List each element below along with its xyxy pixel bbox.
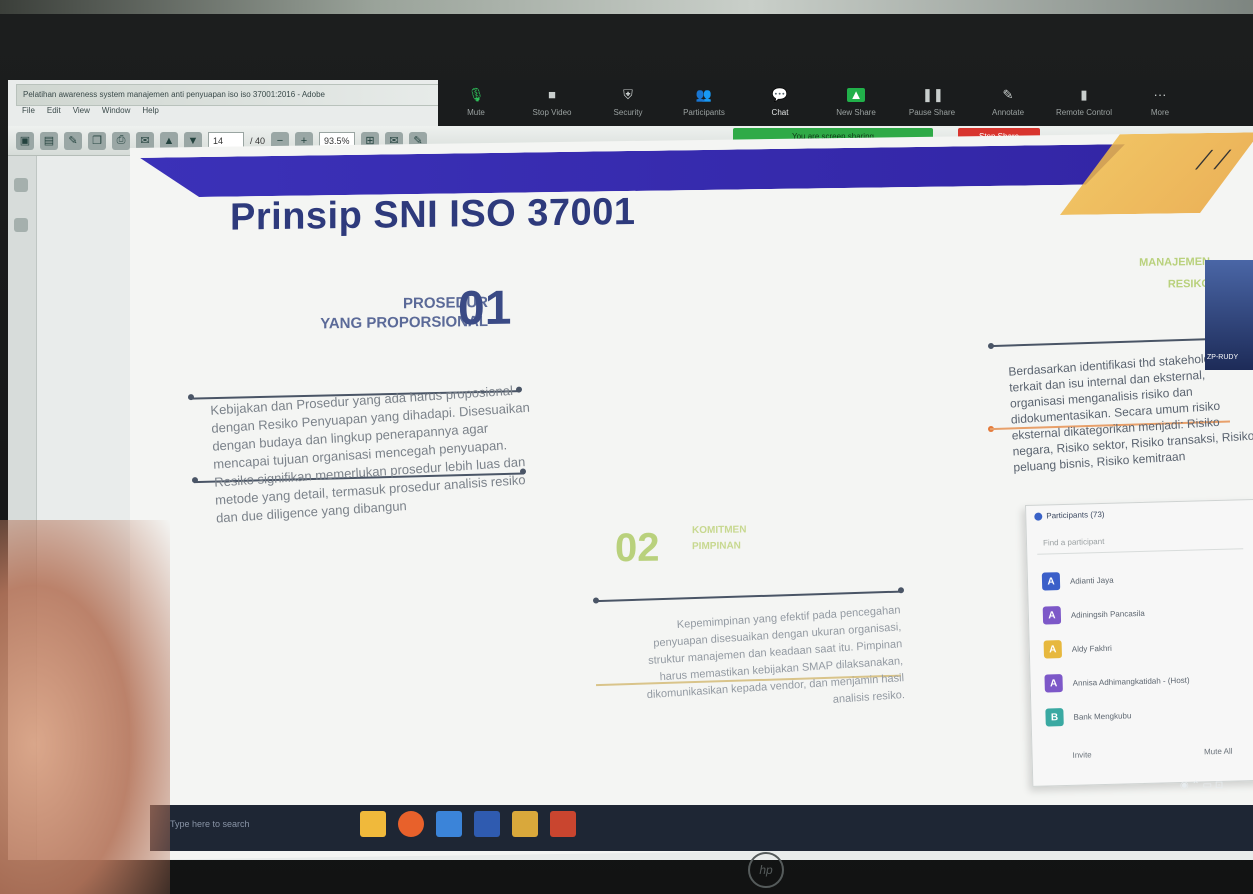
participants-footer: Invite Mute All	[1072, 747, 1232, 760]
participant-name: Annisa Adhimangkatidah - (Host)	[1072, 675, 1190, 688]
mute-button[interactable]: 🎙 Mute	[438, 87, 514, 118]
divider-dot	[898, 587, 904, 594]
menu-file[interactable]: File	[22, 106, 35, 120]
menu-window[interactable]: Window	[102, 106, 130, 120]
pause-icon: ❚❚	[922, 87, 944, 102]
hp-logo-icon: hp	[748, 852, 784, 888]
windows-taskbar: Type here to search	[150, 805, 1253, 851]
more-button[interactable]: ··· More	[1122, 87, 1198, 118]
pages-panel-icon[interactable]	[14, 178, 28, 192]
stop-video-button[interactable]: ■ Stop Video	[514, 87, 590, 118]
avatar: A	[1043, 640, 1063, 659]
slide-title: Prinsip SNI ISO 37001	[230, 190, 636, 239]
annotate-button[interactable]: ✎ Annotate	[970, 87, 1046, 118]
avatar: A	[1042, 606, 1062, 625]
attachments-icon[interactable]	[14, 218, 28, 232]
participants-panel: Participants (73) Find a participant A A…	[1025, 498, 1253, 787]
section2-heading: KOMITMEN PIMPINAN	[692, 524, 747, 553]
zoom-meeting-controls: 🎙 Mute ■ Stop Video ⛨ Security 👥 Partici…	[438, 80, 1253, 126]
share-icon: ▲	[847, 88, 865, 102]
section1-body: Kebijakan dan Prosedur yang ada harus pr…	[210, 382, 531, 526]
save-icon[interactable]: ▣	[16, 131, 34, 150]
slide-header-band	[140, 144, 1125, 198]
chrome-icon[interactable]	[512, 811, 538, 837]
system-tray[interactable]: ◉ ⌃ ▭ ⊡	[1180, 780, 1223, 791]
menu-help[interactable]: Help	[142, 106, 158, 120]
avatar: A	[1044, 674, 1063, 693]
pdf-menu-bar: File Edit View Window Help	[16, 106, 159, 120]
participant-search-input[interactable]: Find a participant	[1036, 528, 1244, 555]
divider-line	[596, 590, 901, 603]
page-total: / 40	[250, 135, 266, 146]
section1-number: 01	[458, 281, 512, 336]
security-button[interactable]: ⛨ Security	[590, 87, 666, 118]
participant-name: Adiningsih Pancasila	[1070, 608, 1145, 620]
participant-row[interactable]: A Adianti Jaya	[1041, 568, 1114, 594]
section3-heading: MANAJEMEN RESIKO	[1139, 255, 1210, 291]
section2-number: 02	[615, 525, 660, 571]
participant-name: Aldy Fakhri	[1071, 643, 1112, 654]
chat-icon: 💬	[771, 87, 789, 102]
zoom-logo-icon	[1034, 512, 1043, 521]
participants-icon: 👥	[695, 87, 713, 102]
more-icon: ···	[1153, 87, 1167, 102]
pdf-window-title: Pelatihan awareness system manajemen ant…	[16, 84, 454, 106]
firefox-icon[interactable]	[398, 811, 424, 837]
avatar: B	[1045, 708, 1064, 727]
participant-row[interactable]: B Bank Mengkubu	[1045, 703, 1131, 729]
taskbar-apps	[360, 811, 576, 837]
pause-share-button[interactable]: ❚❚ Pause Share	[894, 87, 970, 118]
menu-edit[interactable]: Edit	[47, 106, 61, 120]
powerpoint-icon[interactable]	[550, 811, 576, 837]
new-share-button[interactable]: ▲ New Share	[818, 88, 894, 118]
section2-body: Kepemimpinan yang efektif pada pencegaha…	[646, 604, 906, 706]
taskbar-search[interactable]: Type here to search	[170, 819, 250, 829]
edit-icon[interactable]: ✎	[64, 131, 82, 150]
divider-line	[990, 337, 1230, 348]
chat-button[interactable]: 💬 Chat	[742, 87, 818, 118]
logo-icon: ⟋⟋	[1195, 144, 1232, 176]
mic-icon: 🎙	[467, 87, 485, 102]
invite-button[interactable]: Invite	[1072, 750, 1091, 759]
remote-control-button[interactable]: ▮ Remote Control	[1046, 87, 1122, 118]
video-name-label: ZP-RUDY	[1207, 354, 1239, 361]
participant-row[interactable]: A Annisa Adhimangkatidah - (Host)	[1044, 668, 1190, 696]
participants-button[interactable]: 👥 Participants	[666, 87, 742, 118]
mute-all-button[interactable]: Mute All	[1204, 747, 1233, 757]
shield-icon: ⛨	[623, 87, 633, 102]
hand-foreground	[0, 520, 170, 894]
file-explorer-icon[interactable]	[360, 811, 386, 837]
avatar: A	[1041, 572, 1061, 591]
section1-heading: PROSEDUR YANG PROPORSIONAL	[320, 294, 488, 333]
video-camera-icon: ■	[548, 87, 556, 102]
mail-icon[interactable]	[436, 811, 462, 837]
participants-title: Participants (73)	[1034, 510, 1105, 521]
participant-name: Bank Mengkubu	[1073, 710, 1132, 722]
menu-view[interactable]: View	[73, 106, 90, 120]
open-icon[interactable]: ▤	[40, 131, 58, 150]
print-icon[interactable]: ⎙	[112, 131, 130, 150]
participant-row[interactable]: A Adiningsih Pancasila	[1042, 601, 1145, 628]
mouse-icon: ▮	[1080, 87, 1088, 102]
copy-icon[interactable]: ❐	[88, 131, 106, 150]
participant-row[interactable]: A Aldy Fakhri	[1043, 636, 1112, 662]
pen-icon: ✎	[1002, 87, 1014, 102]
participant-name: Adianti Jaya	[1069, 575, 1114, 586]
word-icon[interactable]	[474, 811, 500, 837]
